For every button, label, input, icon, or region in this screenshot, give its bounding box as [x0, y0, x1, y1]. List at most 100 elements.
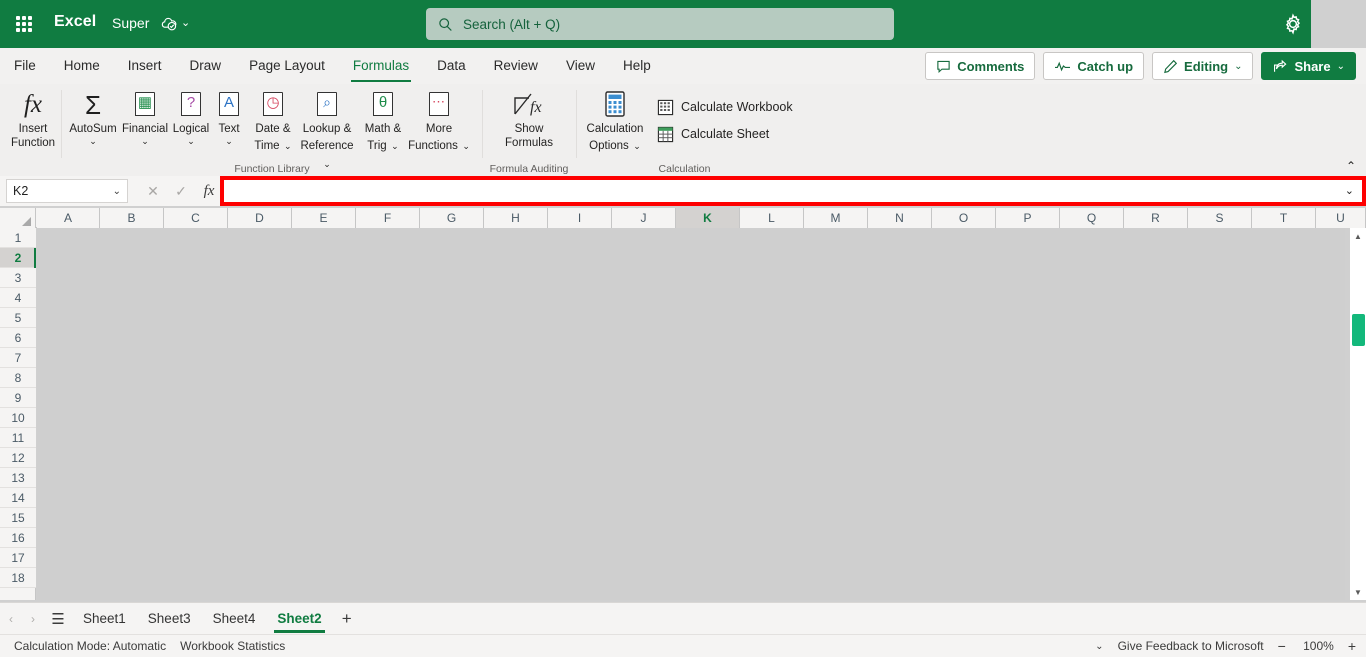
row-header-8[interactable]: 8	[0, 368, 36, 388]
row-header-15[interactable]: 15	[0, 508, 36, 528]
catch-up-button[interactable]: Catch up	[1043, 52, 1145, 80]
lookup-reference-button[interactable]: ⌕ Lookup & Reference ⌄	[296, 88, 358, 172]
sheet-tab-sheet2[interactable]: Sheet2	[266, 603, 332, 635]
enter-formula-icon[interactable]: ✓	[170, 181, 192, 201]
column-header-r[interactable]: R	[1124, 208, 1188, 228]
select-all-button[interactable]	[0, 208, 36, 228]
search-input[interactable]: Search (Alt + Q)	[426, 8, 894, 40]
add-sheet-button[interactable]: +	[333, 604, 361, 634]
cancel-formula-icon[interactable]: ✕	[142, 181, 164, 201]
autosum-button[interactable]: Σ AutoSum ⌄	[64, 88, 122, 146]
name-box-chevron-down-icon[interactable]: ⌄	[113, 186, 121, 197]
column-header-a[interactable]: A	[37, 208, 100, 228]
tab-data[interactable]: Data	[423, 48, 480, 84]
tab-view[interactable]: View	[552, 48, 609, 84]
row-header-13[interactable]: 13	[0, 468, 36, 488]
sheet-tab-sheet3[interactable]: Sheet3	[137, 603, 202, 635]
tab-home[interactable]: Home	[50, 48, 114, 84]
column-header-g[interactable]: G	[420, 208, 484, 228]
row-header-3[interactable]: 3	[0, 268, 36, 288]
vertical-scrollbar[interactable]: ▲ ▼	[1350, 228, 1366, 600]
column-header-f[interactable]: F	[356, 208, 420, 228]
tab-help[interactable]: Help	[609, 48, 665, 84]
math-trig-button[interactable]: θ Math & Trig ⌄	[358, 88, 408, 154]
formula-bar-input[interactable]	[228, 181, 1338, 201]
row-header-9[interactable]: 9	[0, 388, 36, 408]
tab-file[interactable]: File	[0, 48, 50, 84]
calculate-sheet-button[interactable]: Calculate Sheet	[657, 123, 769, 145]
show-formulas-button[interactable]: fx Show Formulas	[498, 88, 560, 150]
tab-page-layout[interactable]: Page Layout	[235, 48, 339, 84]
app-launcher-icon[interactable]	[12, 12, 36, 36]
row-header-14[interactable]: 14	[0, 488, 36, 508]
column-header-m[interactable]: M	[804, 208, 868, 228]
column-header-u[interactable]: U	[1316, 208, 1366, 228]
row-header-7[interactable]: 7	[0, 348, 36, 368]
scroll-down-arrow-icon[interactable]: ▼	[1350, 584, 1366, 600]
gear-icon[interactable]	[1282, 13, 1304, 35]
column-header-j[interactable]: J	[612, 208, 676, 228]
status-options-chevron-down-icon[interactable]: ⌄	[1095, 641, 1103, 652]
zoom-in-button[interactable]: +	[1348, 638, 1356, 654]
column-header-i[interactable]: I	[548, 208, 612, 228]
row-header-16[interactable]: 16	[0, 528, 36, 548]
previous-sheet-button[interactable]: ‹	[0, 604, 22, 634]
vertical-scrollbar-track[interactable]	[1350, 244, 1366, 584]
comments-button[interactable]: Comments	[925, 52, 1036, 80]
column-header-l[interactable]: L	[740, 208, 804, 228]
row-header-5[interactable]: 5	[0, 308, 36, 328]
editing-button[interactable]: Editing ⌄	[1152, 52, 1254, 80]
column-header-n[interactable]: N	[868, 208, 932, 228]
row-header-4[interactable]: 4	[0, 288, 36, 308]
date-time-button[interactable]: ◷ Date & Time ⌄	[248, 88, 298, 154]
sheet-tab-sheet1[interactable]: Sheet1	[72, 603, 137, 635]
row-header-17[interactable]: 17	[0, 548, 36, 568]
tab-formulas[interactable]: Formulas	[339, 48, 423, 84]
row-header-2[interactable]: 2	[0, 248, 36, 268]
name-box[interactable]: K2 ⌄	[6, 179, 128, 203]
tab-review[interactable]: Review	[480, 48, 552, 84]
column-header-o[interactable]: O	[932, 208, 996, 228]
file-menu-chevron-down-icon[interactable]: ⌄	[181, 16, 190, 29]
row-header-11[interactable]: 11	[0, 428, 36, 448]
tab-draw[interactable]: Draw	[176, 48, 236, 84]
workbook-statistics-status[interactable]: Workbook Statistics	[180, 639, 285, 653]
column-header-p[interactable]: P	[996, 208, 1060, 228]
column-header-s[interactable]: S	[1188, 208, 1252, 228]
row-header-18[interactable]: 18	[0, 568, 36, 588]
calculate-workbook-button[interactable]: Calculate Workbook	[657, 96, 793, 118]
zoom-level-label[interactable]: 100%	[1300, 639, 1334, 653]
ribbon-collapse-chevron-up-icon[interactable]: ⌃	[1346, 160, 1356, 172]
column-header-t[interactable]: T	[1252, 208, 1316, 228]
calculation-options-button[interactable]: Calculation Options ⌄	[580, 88, 650, 154]
formula-bar-expand-chevron-down-icon[interactable]: ⌄	[1345, 184, 1354, 197]
tab-insert[interactable]: Insert	[114, 48, 176, 84]
text-button[interactable]: A Text ⌄	[206, 88, 252, 146]
more-functions-button[interactable]: ⋯ More Functions ⌄	[406, 88, 472, 154]
row-header-1[interactable]: 1	[0, 228, 36, 248]
row-header-12[interactable]: 12	[0, 448, 36, 468]
column-header-q[interactable]: Q	[1060, 208, 1124, 228]
vertical-scrollbar-thumb[interactable]	[1352, 314, 1365, 346]
insert-function-fx-icon[interactable]: fx	[198, 181, 220, 201]
column-header-d[interactable]: D	[228, 208, 292, 228]
scroll-up-arrow-icon[interactable]: ▲	[1350, 228, 1366, 244]
calculation-mode-status[interactable]: Calculation Mode: Automatic	[14, 639, 166, 653]
file-name-label[interactable]: Super	[112, 15, 149, 31]
column-header-k[interactable]: K	[676, 208, 740, 228]
excel-brand-label[interactable]: Excel	[54, 13, 96, 31]
column-header-b[interactable]: B	[100, 208, 164, 228]
give-feedback-link[interactable]: Give Feedback to Microsoft	[1118, 639, 1264, 653]
sheet-tab-sheet4[interactable]: Sheet4	[202, 603, 267, 635]
share-button[interactable]: Share ⌄	[1261, 52, 1356, 80]
column-header-h[interactable]: H	[484, 208, 548, 228]
row-header-6[interactable]: 6	[0, 328, 36, 348]
all-sheets-list-icon[interactable]: ☰	[44, 604, 72, 634]
insert-function-button[interactable]: fx Insert Function	[4, 88, 62, 150]
column-header-e[interactable]: E	[292, 208, 356, 228]
column-header-c[interactable]: C	[164, 208, 228, 228]
zoom-out-button[interactable]: −	[1278, 638, 1286, 654]
row-header-10[interactable]: 10	[0, 408, 36, 428]
next-sheet-button[interactable]: ›	[22, 604, 44, 634]
worksheet-canvas[interactable]	[37, 228, 1345, 600]
